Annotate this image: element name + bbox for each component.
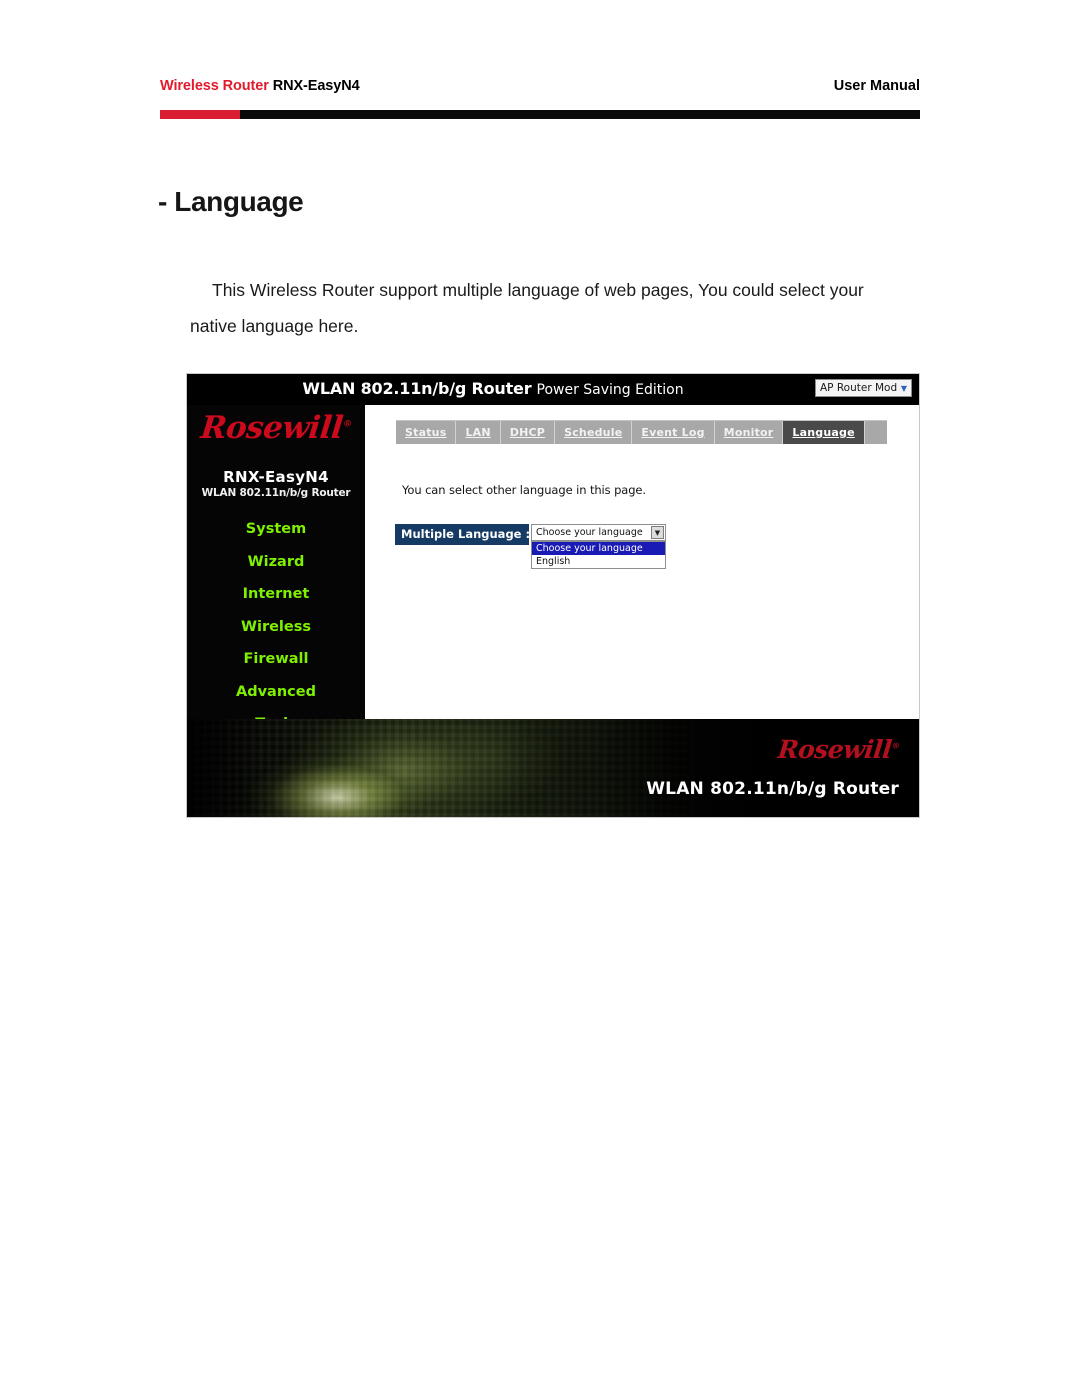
rosewill-logo-text: Rosewill xyxy=(199,410,345,446)
tab-schedule[interactable]: Schedule xyxy=(555,421,633,444)
language-page-note: You can select other language in this pa… xyxy=(402,483,646,497)
language-select-wrapper: Choose your language ▼ Choose your langu… xyxy=(531,524,666,569)
multiple-language-row: Multiple Language : Choose your language… xyxy=(395,524,666,569)
sidebar-model-subtitle: WLAN 802.11n/b/g Router xyxy=(201,487,351,499)
registered-trademark-icon: ® xyxy=(891,740,900,751)
router-sidebar: Rosewill® RNX-EasyN4 WLAN 802.11n/b/g Ro… xyxy=(187,405,367,732)
chevron-down-icon: ▼ xyxy=(900,383,908,393)
sidebar-item-firewall[interactable]: Firewall xyxy=(187,643,365,676)
footer-vignette-overlay xyxy=(187,719,919,817)
tab-dhcp[interactable]: DHCP xyxy=(501,421,556,444)
tab-status[interactable]: Status xyxy=(396,421,457,444)
tab-bar-filler xyxy=(864,421,887,444)
sidebar-item-system[interactable]: System xyxy=(187,513,365,546)
header-divider-accent xyxy=(160,110,240,119)
router-admin-screenshot: WLAN 802.11n/b/g Router Power Saving Edi… xyxy=(186,373,920,818)
mode-select[interactable]: AP Router Mode ▼ xyxy=(815,379,912,397)
router-topbar-title: WLAN 802.11n/b/g Router Power Saving Edi… xyxy=(187,379,919,398)
header-user-manual-label: User Manual xyxy=(833,78,920,94)
header-product-model: RNX-EasyN4 xyxy=(272,78,360,94)
language-options-list: Choose your language English xyxy=(531,541,666,569)
tab-lan[interactable]: LAN xyxy=(456,421,501,444)
tab-monitor[interactable]: Monitor xyxy=(715,421,784,444)
sidebar-item-internet[interactable]: Internet xyxy=(187,578,365,611)
chevron-down-icon: ▼ xyxy=(651,526,664,539)
language-option-choose[interactable]: Choose your language xyxy=(532,542,665,555)
header-divider-rule xyxy=(160,110,920,119)
router-topbar-title-light: Power Saving Edition xyxy=(536,382,684,398)
sidebar-nav-list: System Wizard Internet Wireless Firewall… xyxy=(187,513,365,741)
sidebar-item-wizard[interactable]: Wizard xyxy=(187,546,365,579)
router-content-panel: Status LAN DHCP Schedule Event Log Monit… xyxy=(365,405,919,720)
footer-product-title: WLAN 802.11n/b/g Router xyxy=(646,779,899,799)
tab-language[interactable]: Language xyxy=(783,421,865,444)
body-paragraph: This Wireless Router support multiple la… xyxy=(190,280,864,336)
tab-event-log[interactable]: Event Log xyxy=(632,421,715,444)
language-select[interactable]: Choose your language ▼ xyxy=(531,524,666,541)
router-topbar: WLAN 802.11n/b/g Router Power Saving Edi… xyxy=(187,374,919,405)
rosewill-logo: Rosewill® xyxy=(187,410,367,446)
sidebar-model-name: RNX-EasyN4 xyxy=(223,468,329,486)
header-product-red: Wireless Router xyxy=(160,78,269,94)
header-product-label: Wireless Router RNX-EasyN4 xyxy=(160,78,360,94)
document-header: Wireless Router RNX-EasyN4 User Manual xyxy=(160,78,920,108)
sidebar-item-advanced[interactable]: Advanced xyxy=(187,676,365,709)
sidebar-item-wireless[interactable]: Wireless xyxy=(187,611,365,644)
router-tab-bar: Status LAN DHCP Schedule Event Log Monit… xyxy=(396,420,887,444)
language-select-value: Choose your language xyxy=(536,527,643,538)
multiple-language-label: Multiple Language : xyxy=(395,524,530,545)
router-footer-banner: Rosewill® WLAN 802.11n/b/g Router xyxy=(187,719,919,817)
page-title: - Language xyxy=(158,186,304,217)
mode-select-value: AP Router Mode xyxy=(820,382,897,394)
footer-rosewill-logo: Rosewill® xyxy=(777,735,901,764)
router-topbar-title-bold: WLAN 802.11n/b/g Router xyxy=(302,379,532,398)
footer-rosewill-logo-text: Rosewill xyxy=(776,735,894,764)
registered-trademark-icon: ® xyxy=(342,419,352,430)
language-option-english[interactable]: English xyxy=(532,555,665,568)
